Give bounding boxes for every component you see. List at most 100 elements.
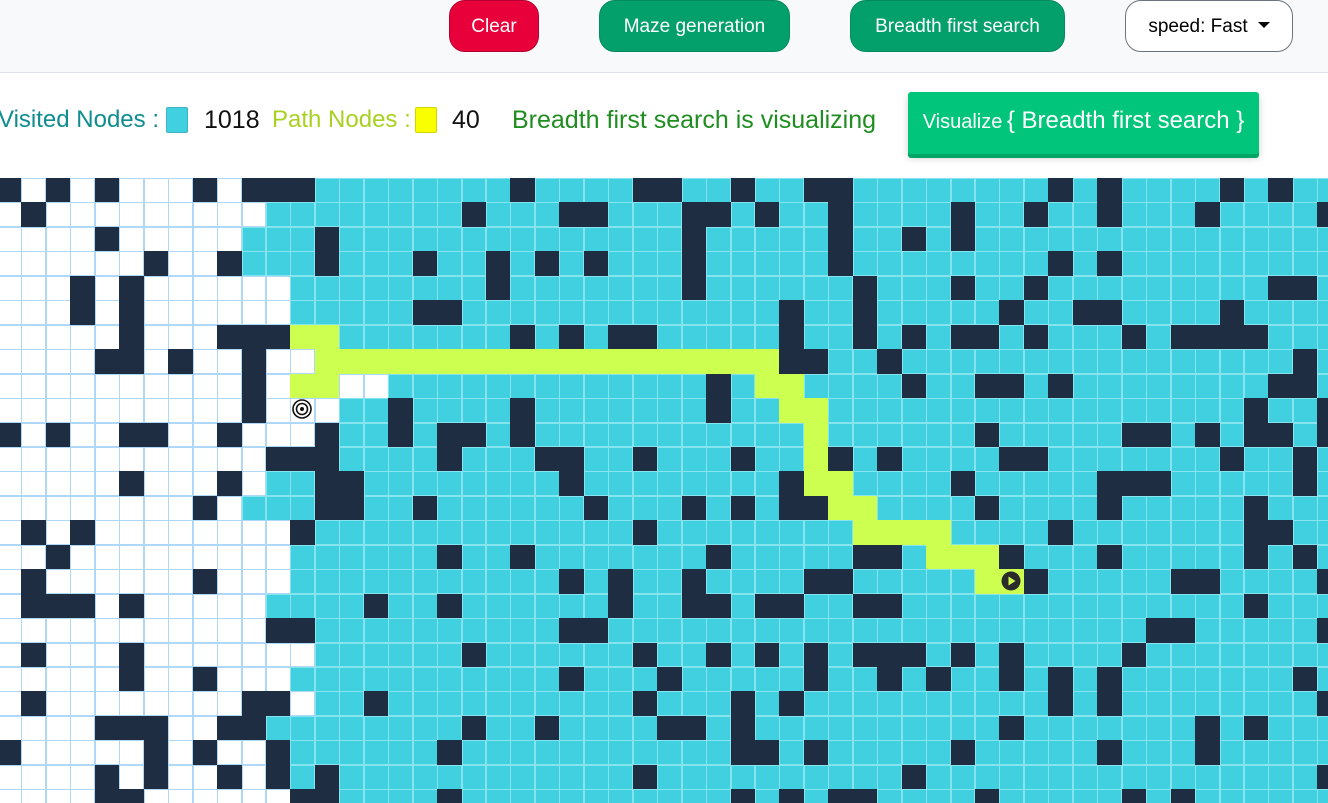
grid-cell[interactable] xyxy=(363,373,389,399)
wall-cell[interactable] xyxy=(192,569,218,595)
wall-cell[interactable] xyxy=(1243,422,1269,448)
visited-cell[interactable] xyxy=(486,740,511,766)
visited-cell[interactable] xyxy=(1292,178,1318,203)
visited-cell[interactable] xyxy=(437,715,463,741)
grid-cell[interactable] xyxy=(168,398,194,423)
visited-cell[interactable] xyxy=(1170,495,1196,521)
grid-cell[interactable] xyxy=(290,349,316,375)
wall-cell[interactable] xyxy=(1121,422,1147,448)
path-cell[interactable] xyxy=(363,349,389,375)
grid-cell[interactable] xyxy=(143,349,169,375)
visited-cell[interactable] xyxy=(1219,275,1245,301)
wall-cell[interactable] xyxy=(21,691,47,717)
wall-cell[interactable] xyxy=(877,667,903,692)
visited-cell[interactable] xyxy=(1219,642,1245,668)
visited-cell[interactable] xyxy=(803,764,829,790)
visited-cell[interactable] xyxy=(926,691,952,717)
visited-cell[interactable] xyxy=(461,324,487,350)
wall-cell[interactable] xyxy=(1243,593,1269,619)
wall-cell[interactable] xyxy=(608,324,634,350)
grid-cell[interactable] xyxy=(265,373,291,399)
wall-cell[interactable] xyxy=(706,593,731,619)
visited-cell[interactable] xyxy=(608,226,634,252)
wall-cell[interactable] xyxy=(1292,349,1318,375)
visited-cell[interactable] xyxy=(583,324,609,350)
visited-cell[interactable] xyxy=(1292,422,1318,448)
grid-cell[interactable] xyxy=(21,446,47,472)
visited-cell[interactable] xyxy=(852,422,878,448)
visited-cell[interactable] xyxy=(363,789,389,803)
wall-cell[interactable] xyxy=(314,422,340,448)
visited-cell[interactable] xyxy=(583,667,609,692)
visited-cell[interactable] xyxy=(534,691,560,717)
grid-cell[interactable] xyxy=(70,569,96,595)
grid-cell[interactable] xyxy=(241,569,267,595)
visited-cell[interactable] xyxy=(1023,740,1049,766)
wall-cell[interactable] xyxy=(754,642,780,668)
visited-cell[interactable] xyxy=(437,178,463,203)
visited-cell[interactable] xyxy=(926,226,952,252)
visited-cell[interactable] xyxy=(339,593,365,619)
wall-cell[interactable] xyxy=(1292,544,1318,570)
visited-cell[interactable] xyxy=(877,300,903,326)
grid-cell[interactable] xyxy=(192,373,218,399)
visited-cell[interactable] xyxy=(852,446,878,472)
visited-cell[interactable] xyxy=(975,691,1000,717)
visited-cell[interactable] xyxy=(461,667,487,692)
visited-cell[interactable] xyxy=(559,715,585,741)
visited-cell[interactable] xyxy=(559,642,585,668)
wall-cell[interactable] xyxy=(265,446,291,472)
wall-cell[interactable] xyxy=(803,495,829,521)
visited-cell[interactable] xyxy=(1097,642,1123,668)
grid-cell[interactable] xyxy=(0,202,22,228)
visited-cell[interactable] xyxy=(388,715,414,741)
wall-cell[interactable] xyxy=(901,373,927,399)
visited-cell[interactable] xyxy=(486,300,511,326)
wall-cell[interactable] xyxy=(1023,569,1049,595)
wall-cell[interactable] xyxy=(21,593,47,619)
visited-cell[interactable] xyxy=(1048,398,1074,423)
visited-cell[interactable] xyxy=(388,789,414,803)
grid-cell[interactable] xyxy=(217,202,242,228)
path-cell[interactable] xyxy=(608,349,634,375)
grid-cell[interactable] xyxy=(143,373,169,399)
visited-cell[interactable] xyxy=(412,691,438,717)
visited-cell[interactable] xyxy=(486,471,511,497)
visited-cell[interactable] xyxy=(1268,618,1294,644)
grid-cell[interactable] xyxy=(94,398,120,423)
visited-cell[interactable] xyxy=(534,226,560,252)
wall-cell[interactable] xyxy=(119,275,145,301)
wall-cell[interactable] xyxy=(1317,691,1328,717)
visited-cell[interactable] xyxy=(1121,226,1147,252)
visited-cell[interactable] xyxy=(583,520,609,546)
visited-cell[interactable] xyxy=(877,764,903,790)
visited-cell[interactable] xyxy=(1195,495,1220,521)
grid-cell[interactable] xyxy=(0,251,22,277)
visited-cell[interactable] xyxy=(1268,740,1294,766)
visited-cell[interactable] xyxy=(583,398,609,423)
visited-cell[interactable] xyxy=(828,618,854,644)
visited-cell[interactable] xyxy=(779,226,805,252)
visited-cell[interactable] xyxy=(363,446,389,472)
visited-cell[interactable] xyxy=(1023,667,1049,692)
visited-cell[interactable] xyxy=(314,569,340,595)
wall-cell[interactable] xyxy=(534,446,560,472)
visited-cell[interactable] xyxy=(1170,642,1196,668)
grid-cell[interactable] xyxy=(143,178,169,203)
visited-cell[interactable] xyxy=(657,471,683,497)
visited-cell[interactable] xyxy=(1048,422,1074,448)
visited-cell[interactable] xyxy=(681,446,707,472)
wall-cell[interactable] xyxy=(828,789,854,803)
wall-cell[interactable] xyxy=(583,495,609,521)
visited-cell[interactable] xyxy=(1317,593,1328,619)
grid-cell[interactable] xyxy=(192,251,218,277)
grid-cell[interactable] xyxy=(143,495,169,521)
grid-cell[interactable] xyxy=(192,618,218,644)
wall-cell[interactable] xyxy=(265,764,291,790)
visited-cell[interactable] xyxy=(388,593,414,619)
visited-cell[interactable] xyxy=(486,446,511,472)
grid-cell[interactable] xyxy=(143,471,169,497)
grid-cell[interactable] xyxy=(0,398,22,423)
visited-cell[interactable] xyxy=(1023,422,1049,448)
grid-cell[interactable] xyxy=(0,324,22,350)
